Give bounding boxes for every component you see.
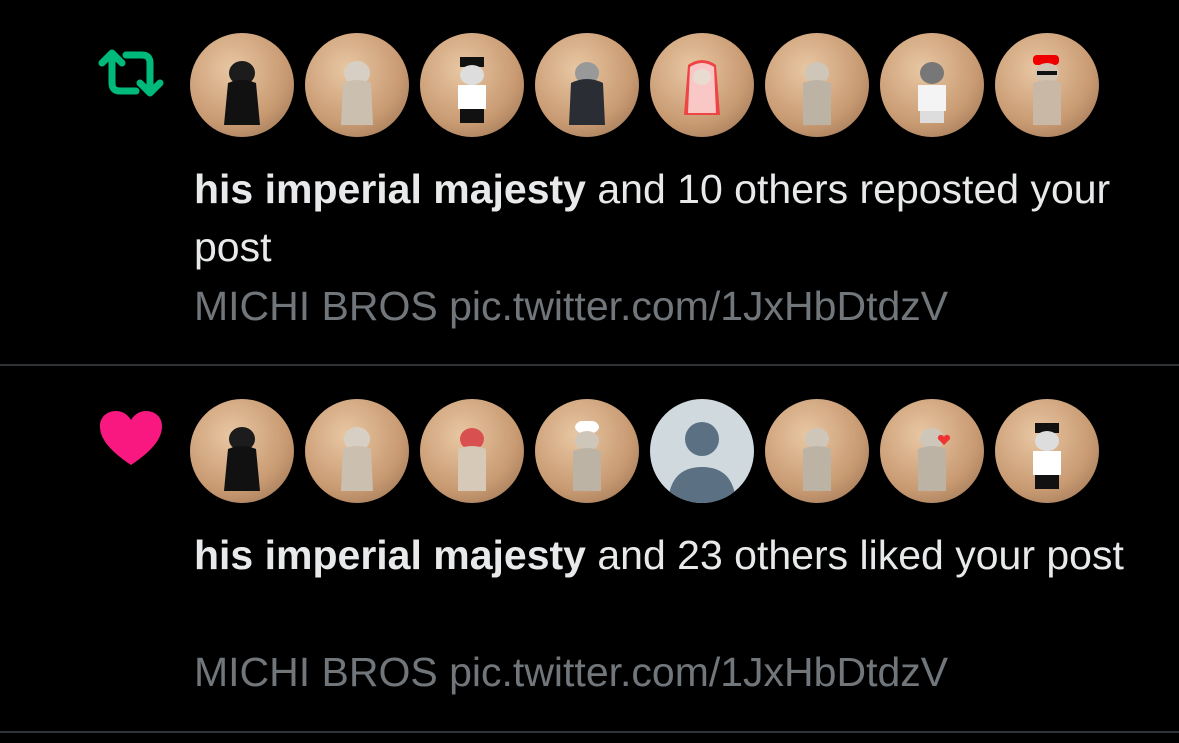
- notification-like[interactable]: his imperial majesty and 23 others liked…: [0, 366, 1179, 731]
- notification-text: his imperial majesty and 10 others repos…: [194, 160, 1134, 276]
- avatar-row: [190, 33, 1099, 137]
- actor-name[interactable]: his imperial majesty: [194, 532, 586, 578]
- avatar[interactable]: [305, 399, 409, 503]
- avatar[interactable]: [190, 33, 294, 137]
- avatar[interactable]: [190, 399, 294, 503]
- avatar[interactable]: [650, 33, 754, 137]
- actor-name[interactable]: his imperial majesty: [194, 166, 586, 212]
- avatar[interactable]: [880, 399, 984, 503]
- avatar[interactable]: [420, 33, 524, 137]
- divider: [0, 731, 1179, 733]
- avatar-row: [190, 399, 1099, 503]
- post-preview[interactable]: MICHI BROS pic.twitter.com/1JxHbDtdzV: [194, 283, 948, 330]
- action-text: and 23 others liked your post: [585, 532, 1124, 578]
- heart-icon: [96, 404, 166, 474]
- avatar[interactable]: [765, 33, 869, 137]
- repost-icon: [96, 38, 166, 108]
- notification-repost[interactable]: his imperial majesty and 10 others repos…: [0, 0, 1179, 364]
- avatar[interactable]: [535, 33, 639, 137]
- avatar[interactable]: [305, 33, 409, 137]
- avatar[interactable]: [880, 33, 984, 137]
- avatar[interactable]: [535, 399, 639, 503]
- avatar[interactable]: [995, 33, 1099, 137]
- avatar[interactable]: [765, 399, 869, 503]
- post-preview[interactable]: MICHI BROS pic.twitter.com/1JxHbDtdzV: [194, 649, 948, 696]
- avatar[interactable]: [995, 399, 1099, 503]
- avatar[interactable]: [420, 399, 524, 503]
- avatar-default[interactable]: [650, 399, 754, 503]
- notification-text: his imperial majesty and 23 others liked…: [194, 526, 1134, 584]
